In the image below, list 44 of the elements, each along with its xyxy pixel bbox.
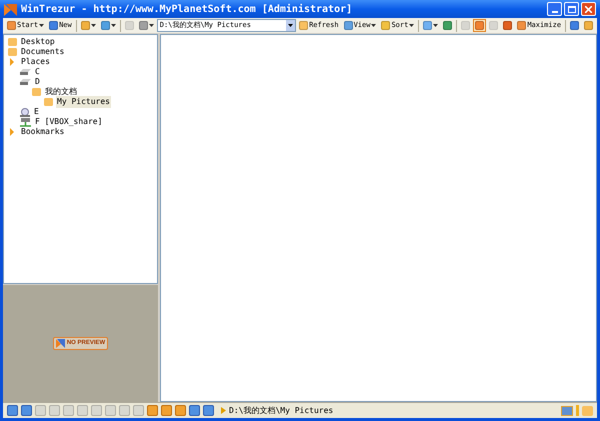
toolbar-icon-button[interactable] xyxy=(501,19,514,32)
play-icon xyxy=(221,407,226,414)
drive-icon xyxy=(20,69,31,75)
tree-item[interactable]: 我的文档 xyxy=(44,86,78,98)
toolbar-icon-button[interactable] xyxy=(78,19,98,32)
maximize-icon xyxy=(568,6,576,12)
status-path: D:\我的文档\My Pictures xyxy=(229,404,334,416)
minimize-icon xyxy=(552,11,558,13)
tree-item[interactable]: C xyxy=(34,66,41,78)
toolbar-icon-button[interactable] xyxy=(136,19,156,32)
tree-item[interactable]: Bookmarks xyxy=(20,126,66,138)
folder-icon[interactable] xyxy=(582,406,593,416)
status-icon-button[interactable] xyxy=(21,405,32,416)
toolbar-icon-button[interactable] xyxy=(421,19,440,32)
tree-item[interactable]: My Pictures xyxy=(56,96,111,108)
minimize-button[interactable] xyxy=(547,2,562,16)
tree-item[interactable]: Places xyxy=(20,56,51,68)
expand-arrow-icon[interactable] xyxy=(8,128,17,136)
status-icon-button[interactable] xyxy=(175,405,186,416)
status-icon-button[interactable] xyxy=(7,405,18,416)
status-icon-button[interactable] xyxy=(203,405,214,416)
tree-item[interactable]: F [VBOX_share] xyxy=(34,116,104,128)
logo-icon xyxy=(4,2,17,16)
dropdown-icon[interactable] xyxy=(286,20,296,31)
close-icon xyxy=(585,6,592,12)
tree-item[interactable]: Desktop xyxy=(20,36,56,48)
status-icon-button[interactable] xyxy=(161,405,172,416)
logo-icon xyxy=(56,339,65,348)
tree-item[interactable]: D xyxy=(34,76,41,88)
disc-drive-icon xyxy=(20,108,30,116)
window-title: WinTrezur - http://www.MyPlanetSoft.com [Administrator] xyxy=(21,2,354,16)
tree-item[interactable]: E xyxy=(33,106,40,118)
network-drive-icon xyxy=(20,118,31,126)
tree-item[interactable]: Documents xyxy=(20,46,66,58)
status-icon-button[interactable] xyxy=(189,405,200,416)
status-icon-button[interactable] xyxy=(147,405,158,416)
caret-icon xyxy=(288,24,294,27)
toolbar-icon-button[interactable] xyxy=(568,19,582,32)
expand-arrow-icon[interactable] xyxy=(8,58,17,66)
layout-icon[interactable] xyxy=(561,406,573,416)
toolbar-icon-button[interactable] xyxy=(98,19,118,32)
drive-icon xyxy=(20,79,31,85)
maximize-button[interactable] xyxy=(564,2,579,16)
close-button[interactable] xyxy=(581,2,596,16)
